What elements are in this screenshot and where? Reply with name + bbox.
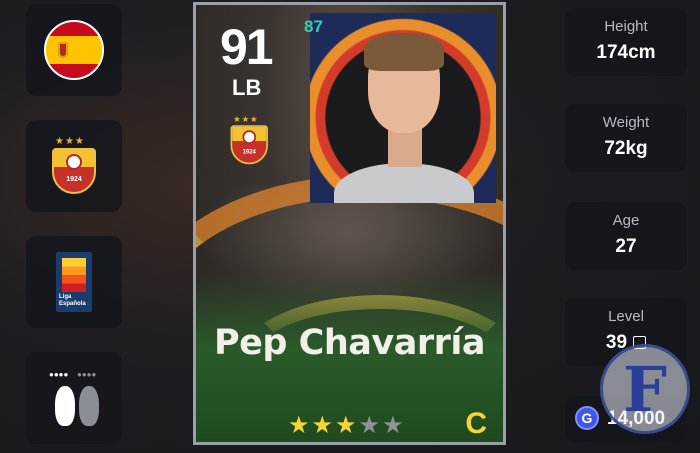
height-label: Height xyxy=(604,18,648,35)
gold-coin-icon: G xyxy=(575,406,599,430)
player-card[interactable]: 91 LB ★★★ 1924 87 Pep Chavarría ★★★★★ C xyxy=(193,2,506,445)
league-tile[interactable]: Liga Española xyxy=(26,236,122,328)
weight-label: Weight xyxy=(602,114,650,131)
footedness-tile[interactable]: ●●●● ●●●● xyxy=(26,352,122,444)
level-label: Level xyxy=(608,308,644,325)
age-stat: Age 27 xyxy=(565,202,687,270)
club-badge-icon: ★★★ 1924 xyxy=(49,136,99,196)
star-icon: ★ xyxy=(335,412,359,439)
age-value: 27 xyxy=(615,236,637,257)
club-founding-year: 1924 xyxy=(66,176,82,183)
player-photo xyxy=(310,13,496,203)
height-value: 174cm xyxy=(596,42,656,63)
weight-value: 72kg xyxy=(604,138,648,159)
star-rating: ★★★★★ xyxy=(288,411,406,440)
position-label: LB xyxy=(232,75,262,100)
player-name: Pep Chavarría xyxy=(214,323,485,363)
club-tile[interactable]: ★★★ 1924 xyxy=(26,120,122,212)
height-stat: Height 174cm xyxy=(565,8,687,76)
weight-stat: Weight 72kg xyxy=(565,104,687,172)
card-grade: C xyxy=(465,407,487,440)
nationality-tile[interactable] xyxy=(26,4,122,96)
card-club-year: 1924 xyxy=(242,149,256,155)
footedness-icon: ●●●● ●●●● xyxy=(39,366,109,430)
star-icon: ★ xyxy=(288,412,312,439)
age-label: Age xyxy=(612,212,640,229)
star-icon: ★ xyxy=(311,412,336,439)
overall-rating: 91 xyxy=(220,19,274,75)
star-icon: ★ xyxy=(382,412,406,439)
star-icon: ★ xyxy=(358,412,383,439)
watermark-logo: F xyxy=(600,344,690,434)
card-club-badge-icon: ★★★ 1924 xyxy=(228,115,278,175)
league-logo-text: Liga Española xyxy=(59,294,86,307)
spain-flag-icon xyxy=(44,20,104,80)
league-logo-icon: Liga Española xyxy=(56,252,92,312)
stat-badge: 87 xyxy=(304,17,323,36)
